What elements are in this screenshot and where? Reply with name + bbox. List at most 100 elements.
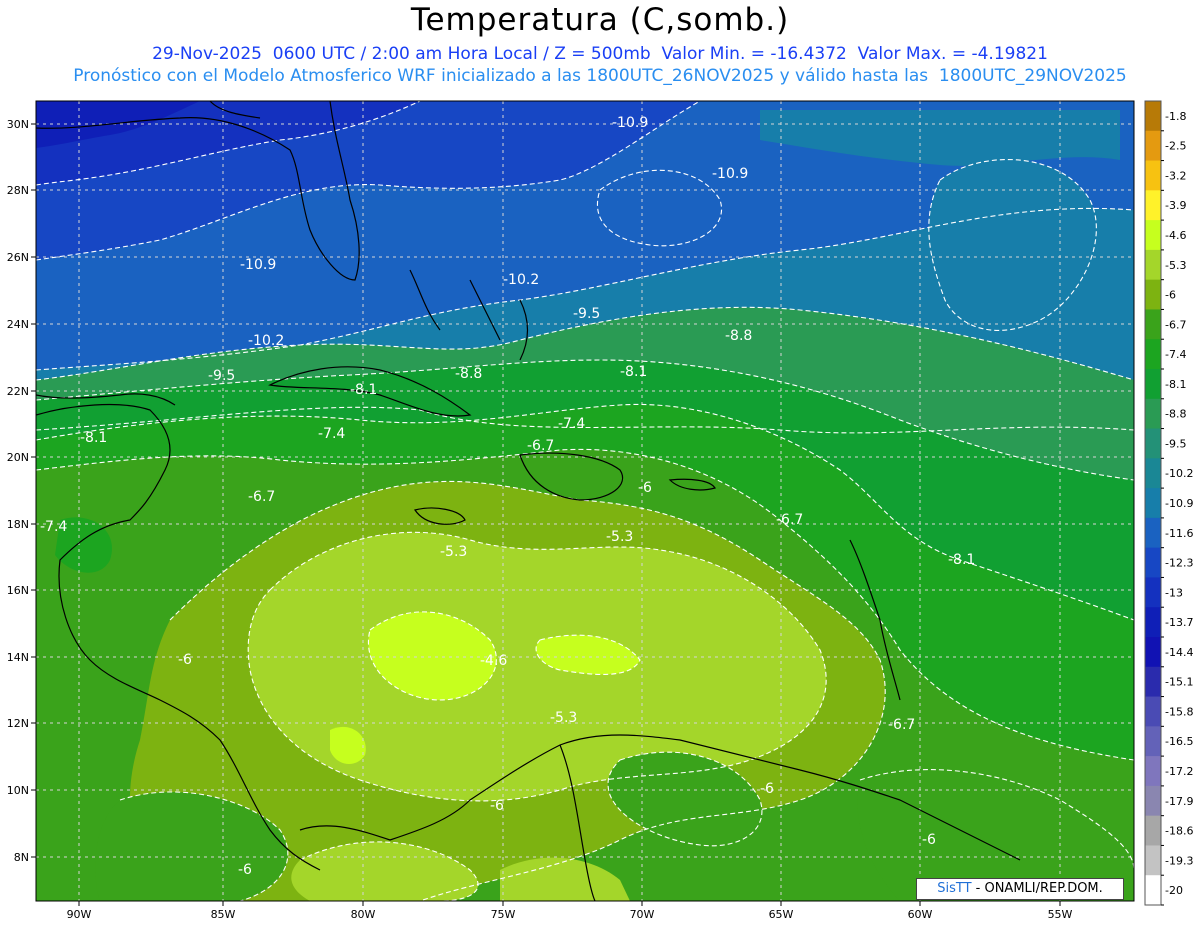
contour-label: -5.3 [606,529,633,545]
colorbar-label: -11.6 [1165,527,1193,540]
colorbar-swatch [1145,190,1161,221]
colorbar-swatch [1145,726,1161,757]
lat-label: 28N [7,184,29,197]
lon-label: 60W [908,908,933,921]
colorbar-label: -15.1 [1165,676,1193,689]
colorbar-label: -14.4 [1165,646,1193,659]
lat-label: 10N [7,784,29,797]
colorbar-swatch [1145,220,1161,251]
contour-label: -6.7 [776,512,803,528]
contour-label: -7.4 [40,519,67,535]
colorbar-label: -16.5 [1165,735,1193,748]
colorbar-label: -17.2 [1165,765,1193,778]
colorbar-swatch [1145,637,1161,668]
colorbar-label: -13 [1165,586,1183,599]
contour-label: -10.2 [503,272,539,288]
contour-label: -7.4 [558,416,585,432]
colorbar-label: -19.3 [1165,854,1193,867]
lat-label: 20N [7,451,29,464]
contour-label: -8.1 [948,552,975,568]
contour-label: -6.7 [888,717,915,733]
contour-label: -6.7 [527,438,554,454]
colorbar-label: -8.8 [1165,408,1186,421]
attribution-brand: SisTT [937,881,972,896]
contour-label: -5.3 [550,710,577,726]
lon-label: 90W [67,908,92,921]
lon-label: 75W [491,908,516,921]
lat-label: 26N [7,251,29,264]
contour-label: -8.1 [620,364,647,380]
contour-label: -6 [638,480,652,496]
contour-label: -8.1 [350,382,377,398]
colorbar-swatch [1145,369,1161,400]
lon-label: 55W [1048,908,1073,921]
contour-label: -6 [238,862,252,878]
colorbar-swatch [1145,875,1161,906]
latitude-axis: 30N 28N 26N 24N 22N 20N 18N 16N 14N 12N 10N 8N [7,118,36,864]
lat-label: 12N [7,717,29,730]
lon-label: 85W [211,908,236,921]
colorbar-label: -6.7 [1165,318,1186,331]
contour-label: -4.6 [480,653,507,669]
contour-label: -9.5 [573,306,600,322]
lon-label: 65W [769,908,794,921]
colorbar-swatch [1145,488,1161,519]
colorbar-label: -5.3 [1165,259,1186,272]
temperature-map: 30N 28N 26N 24N 22N 20N 18N 16N 14N 12N 10N 8N 90W 8… [7,100,1193,921]
colorbar-swatch [1145,160,1161,191]
colorbar-swatch [1145,339,1161,370]
colorbar-swatch [1145,696,1161,727]
colorbar-swatch [1145,815,1161,846]
lat-label: 18N [7,518,29,531]
contour-label: -10.9 [240,257,276,273]
colorbar-label: -3.9 [1165,199,1186,212]
colorbar: -1.8 -2.5 -3.2 -3.9 -4.6 -5.3 -6 -6.7 -7.4 -8.1 -8… [1144,100,1193,906]
colorbar-swatch [1145,309,1161,340]
lat-label: 30N [7,118,29,131]
lat-label: 24N [7,318,29,331]
lat-label: 14N [7,651,29,664]
longitude-axis: 90W 85W 80W 75W 70W 65W 60W 55W [67,901,1073,921]
colorbar-swatch [1145,279,1161,310]
colorbar-label: -13.7 [1165,616,1193,629]
colorbar-swatch [1145,785,1161,817]
contour-label: -8.1 [80,430,107,446]
colorbar-swatch [1145,666,1161,698]
colorbar-label: -7.4 [1165,348,1186,361]
colorbar-label: -20 [1165,884,1183,897]
contour-label: -7.4 [318,426,345,442]
lat-label: 8N [14,851,29,864]
contour-label: -6 [922,832,936,848]
lat-label: 22N [7,385,29,398]
colorbar-swatch [1145,607,1161,638]
contour-label: -6.7 [248,489,275,505]
colorbar-swatch [1145,101,1161,132]
contour-label: -10.9 [612,115,648,131]
colorbar-swatch [1145,756,1161,787]
colorbar-label: -8.1 [1165,378,1186,391]
colorbar-swatch [1145,517,1161,549]
colorbar-label: -9.5 [1165,437,1186,450]
contour-label: -10.2 [248,333,284,349]
attribution-box: SisTT - ONAMLI/REP.DOM. [916,878,1124,900]
contour-label: -5.3 [440,544,467,560]
colorbar-label: -10.9 [1165,497,1193,510]
colorbar-swatch [1145,428,1161,459]
colorbar-swatch [1145,458,1161,489]
colorbar-swatch [1145,845,1161,876]
lon-label: 70W [630,908,655,921]
colorbar-swatch [1145,130,1161,162]
contour-label: -8.8 [455,366,482,382]
shaded-field [36,101,1134,901]
colorbar-label: -3.2 [1165,169,1186,182]
contour-label: -9.5 [208,368,235,384]
lat-label: 16N [7,584,29,597]
lon-label: 80W [351,908,376,921]
colorbar-swatch [1145,547,1161,578]
attribution-org: - ONAMLI/REP.DOM. [971,881,1103,896]
colorbar-label: -6 [1165,289,1176,302]
colorbar-label: -18.6 [1165,825,1193,838]
colorbar-label: -17.9 [1165,795,1193,808]
colorbar-label: -4.6 [1165,229,1186,242]
contour-label: -6 [178,652,192,668]
